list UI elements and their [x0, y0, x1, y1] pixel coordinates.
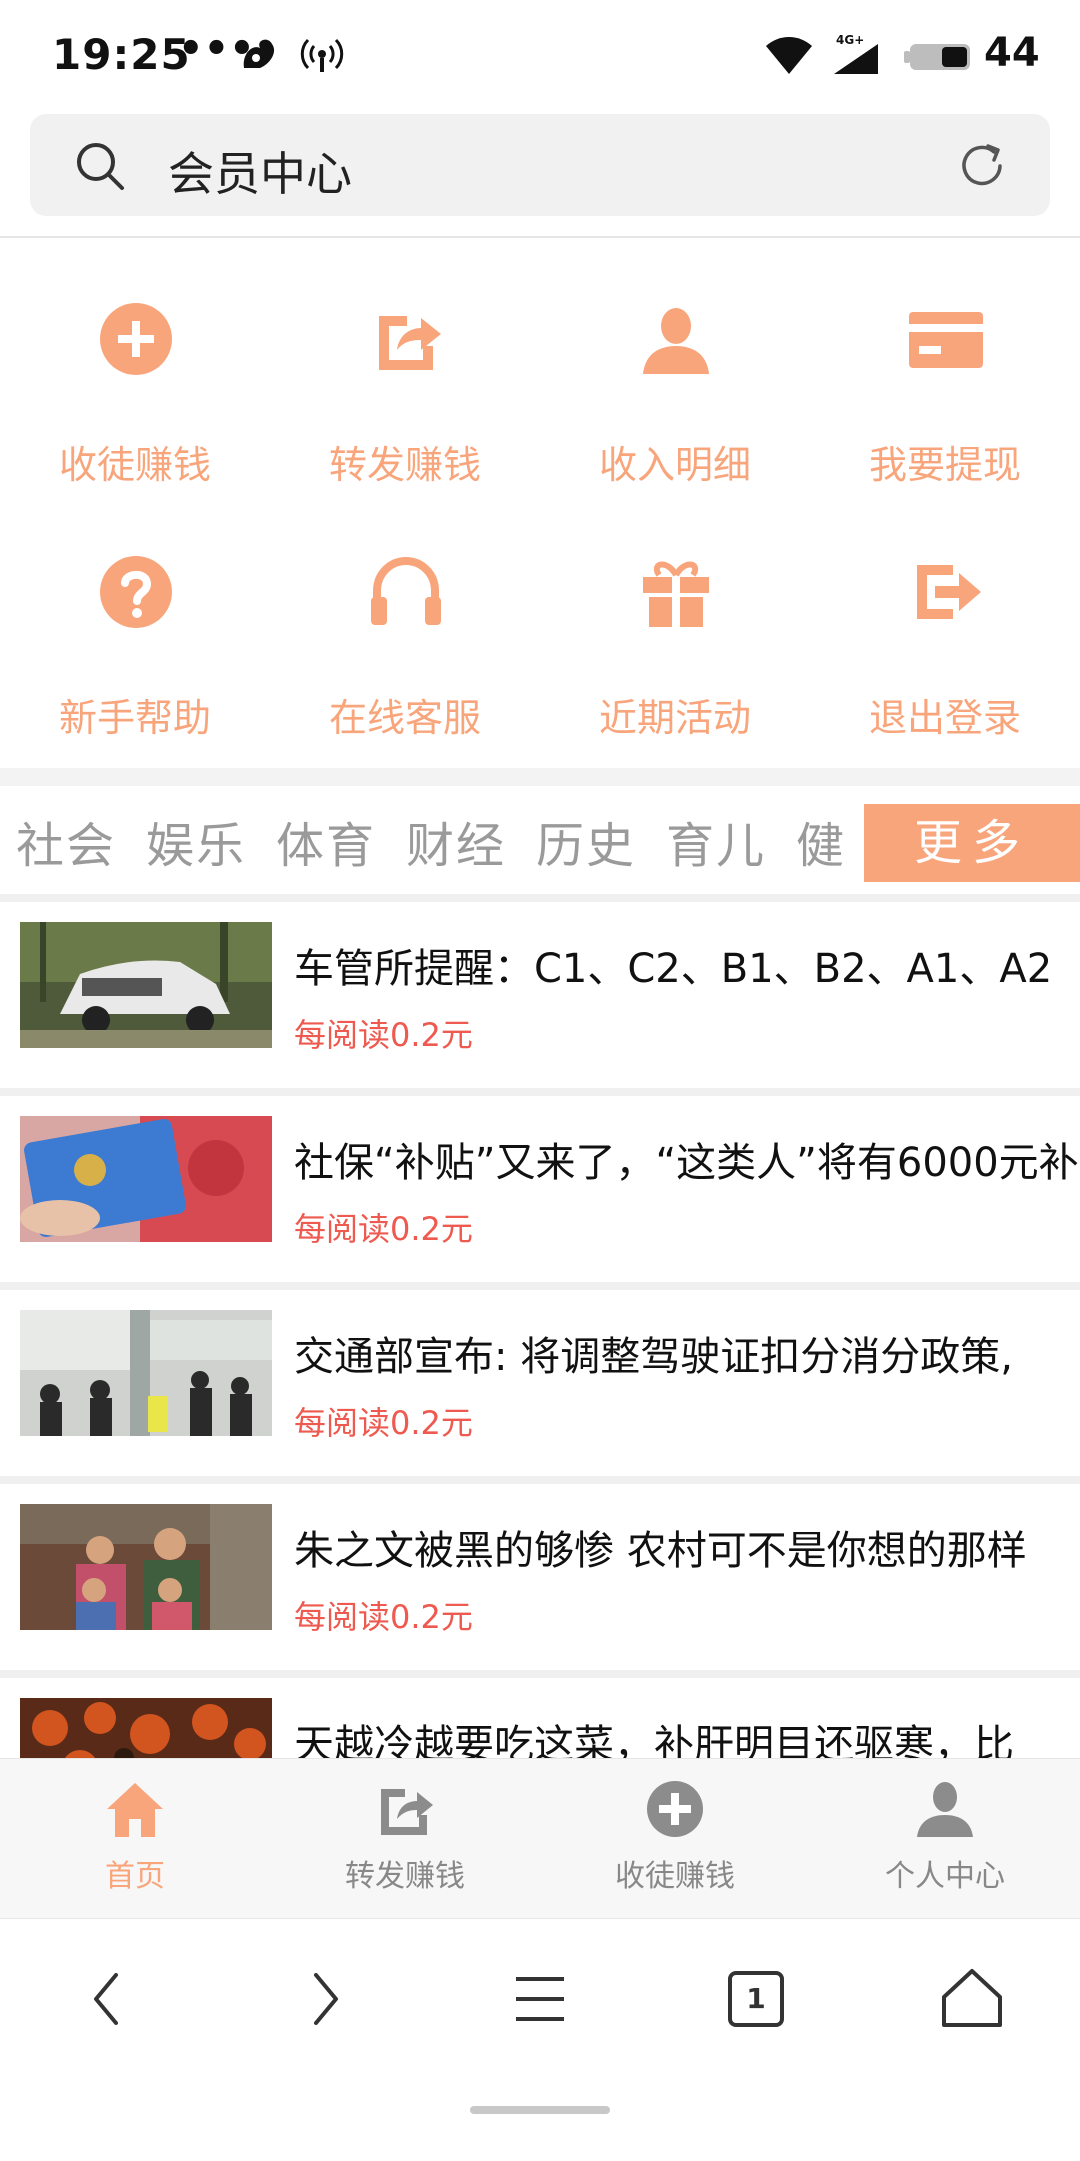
- category-tabs: 社会 娱乐 体育 财经 历史 育儿 健 更多: [0, 786, 1080, 894]
- home-icon[interactable]: [932, 1959, 1012, 2039]
- menu-label: 收入明细: [598, 443, 751, 487]
- tabs-button[interactable]: 1: [716, 1959, 796, 2039]
- cell-signal-icon: 4G+: [834, 33, 878, 74]
- forward-icon[interactable]: [284, 1959, 364, 2039]
- nav-home[interactable]: 首页: [0, 1759, 270, 1919]
- menu-label: 转发赚钱: [328, 443, 481, 487]
- menu-item-withdraw[interactable]: 我要提现: [810, 262, 1080, 515]
- nav-share[interactable]: 转发赚钱: [270, 1759, 540, 1919]
- headphones-icon: [371, 556, 441, 625]
- category-tab[interactable]: 体育: [276, 806, 376, 876]
- bottom-nav: 首页 转发赚钱 收徒赚钱 个人中心: [0, 1758, 1080, 1919]
- category-tab[interactable]: 历史: [536, 806, 636, 876]
- browser-toolbar: 1: [0, 1918, 1080, 2161]
- news-reward: 每阅读0.2元: [294, 1210, 473, 1248]
- news-title: 社保“补贴”又来了，“这类人”将有6000元补: [294, 1140, 1079, 1186]
- battery-icon: [904, 44, 970, 70]
- hotspot-icon: [300, 38, 344, 72]
- menu-label: 新手帮助: [58, 696, 211, 740]
- address-bar[interactable]: 会员中心: [30, 114, 1050, 216]
- news-divider: [0, 1088, 1080, 1096]
- news-thumbnail: [20, 1310, 272, 1436]
- user-icon: [643, 308, 709, 374]
- gift-icon: [643, 561, 709, 627]
- news-thumbnail: [20, 1504, 272, 1630]
- news-item[interactable]: 车管所提醒：C1、C2、B1、B2、A1、A2 每阅读0.2元: [0, 902, 1080, 1088]
- nav-label: 转发赚钱: [345, 1859, 465, 1894]
- news-thumbnail: [20, 1116, 272, 1242]
- card-icon: [909, 312, 983, 368]
- status-bar: 19:25 ••• 4G+ 44: [0, 0, 1080, 112]
- news-divider: [0, 1476, 1080, 1484]
- refresh-icon[interactable]: [956, 140, 1008, 192]
- nav-profile[interactable]: 个人中心: [810, 1759, 1080, 1919]
- news-item[interactable]: 社保“补贴”又来了，“这类人”将有6000元补 每阅读0.2元: [0, 1096, 1080, 1282]
- address-text[interactable]: 会员中心: [168, 138, 352, 204]
- share-icon: [381, 1789, 433, 1835]
- status-time: 19:25: [52, 30, 191, 79]
- section-divider: [0, 894, 1080, 902]
- menu-item-events[interactable]: 近期活动: [540, 515, 810, 768]
- menu-icon[interactable]: [500, 1959, 580, 2039]
- plus-circle-icon: [647, 1781, 703, 1837]
- news-title: 车管所提醒：C1、C2、B1、B2、A1、A2: [294, 946, 1053, 992]
- news-reward: 每阅读0.2元: [294, 1598, 473, 1636]
- news-title: 交通部宣布: 将调整驾驶证扣分消分政策,: [294, 1334, 1013, 1380]
- menu-label: 收徒赚钱: [58, 443, 211, 487]
- menu-label: 我要提现: [868, 443, 1021, 487]
- nav-recruit[interactable]: 收徒赚钱: [540, 1759, 810, 1919]
- nav-label: 收徒赚钱: [615, 1859, 735, 1894]
- menu-item-logout[interactable]: 退出登录: [810, 515, 1080, 768]
- news-title: 朱之文被黑的够惨 农村可不是你想的那样: [294, 1528, 1027, 1574]
- news-item[interactable]: 朱之文被黑的够惨 农村可不是你想的那样 每阅读0.2元: [0, 1484, 1080, 1670]
- plus-circle-icon: [100, 303, 172, 375]
- divider: [0, 236, 1080, 238]
- news-title: 天越冷越要吃这菜，补肝明目还驱寒，比: [294, 1722, 1014, 1758]
- logout-icon: [917, 565, 981, 619]
- squirrel-app-icon: [243, 39, 275, 68]
- category-tab[interactable]: 财经: [406, 806, 506, 876]
- news-reward: 每阅读0.2元: [294, 1404, 473, 1442]
- menu-label: 在线客服: [328, 696, 481, 740]
- menu-item-recruit[interactable]: 收徒赚钱: [0, 262, 270, 515]
- news-divider: [0, 1282, 1080, 1290]
- category-tab[interactable]: 社会: [16, 806, 116, 876]
- back-icon[interactable]: [68, 1959, 148, 2039]
- member-menu-grid: 收徒赚钱 转发赚钱 收入明细 我要提现 新手帮助 在线客服 近期活动 退出登录: [0, 262, 1080, 768]
- menu-item-share[interactable]: 转发赚钱: [270, 262, 540, 515]
- home-icon: [107, 1783, 163, 1837]
- menu-label: 退出登录: [868, 696, 1021, 740]
- share-icon: [379, 316, 441, 370]
- home-indicator[interactable]: [470, 2106, 610, 2114]
- search-icon[interactable]: [72, 138, 128, 194]
- news-item[interactable]: 天越冷越要吃这菜，补肝明目还驱寒，比: [0, 1678, 1080, 1758]
- menu-label: 近期活动: [598, 696, 751, 740]
- menu-item-income[interactable]: 收入明细: [540, 262, 810, 515]
- menu-item-help[interactable]: 新手帮助: [0, 515, 270, 768]
- news-thumbnail: [20, 1698, 272, 1758]
- news-reward: 每阅读0.2元: [294, 1016, 473, 1054]
- menu-item-support[interactable]: 在线客服: [270, 515, 540, 768]
- question-icon: [100, 556, 172, 628]
- news-list: 车管所提醒：C1、C2、B1、B2、A1、A2 每阅读0.2元 社保“补贴”又来…: [0, 902, 1080, 1758]
- tab-count: 1: [746, 1982, 766, 2015]
- category-tab[interactable]: 健: [796, 806, 846, 876]
- battery-level: 44: [984, 30, 1040, 76]
- network-type: 4G+: [836, 33, 864, 47]
- nav-label: 首页: [105, 1859, 165, 1894]
- category-tab[interactable]: 娱乐: [146, 806, 246, 876]
- news-item[interactable]: 交通部宣布: 将调整驾驶证扣分消分政策, 每阅读0.2元: [0, 1290, 1080, 1476]
- section-divider: [0, 768, 1080, 786]
- news-thumbnail: [20, 922, 272, 1048]
- news-divider: [0, 1670, 1080, 1678]
- nav-label: 个人中心: [885, 1859, 1005, 1894]
- more-categories-button[interactable]: 更多: [864, 804, 1080, 882]
- category-tab[interactable]: 育儿: [666, 806, 766, 876]
- wifi-icon: [766, 37, 812, 74]
- user-icon: [917, 1782, 973, 1837]
